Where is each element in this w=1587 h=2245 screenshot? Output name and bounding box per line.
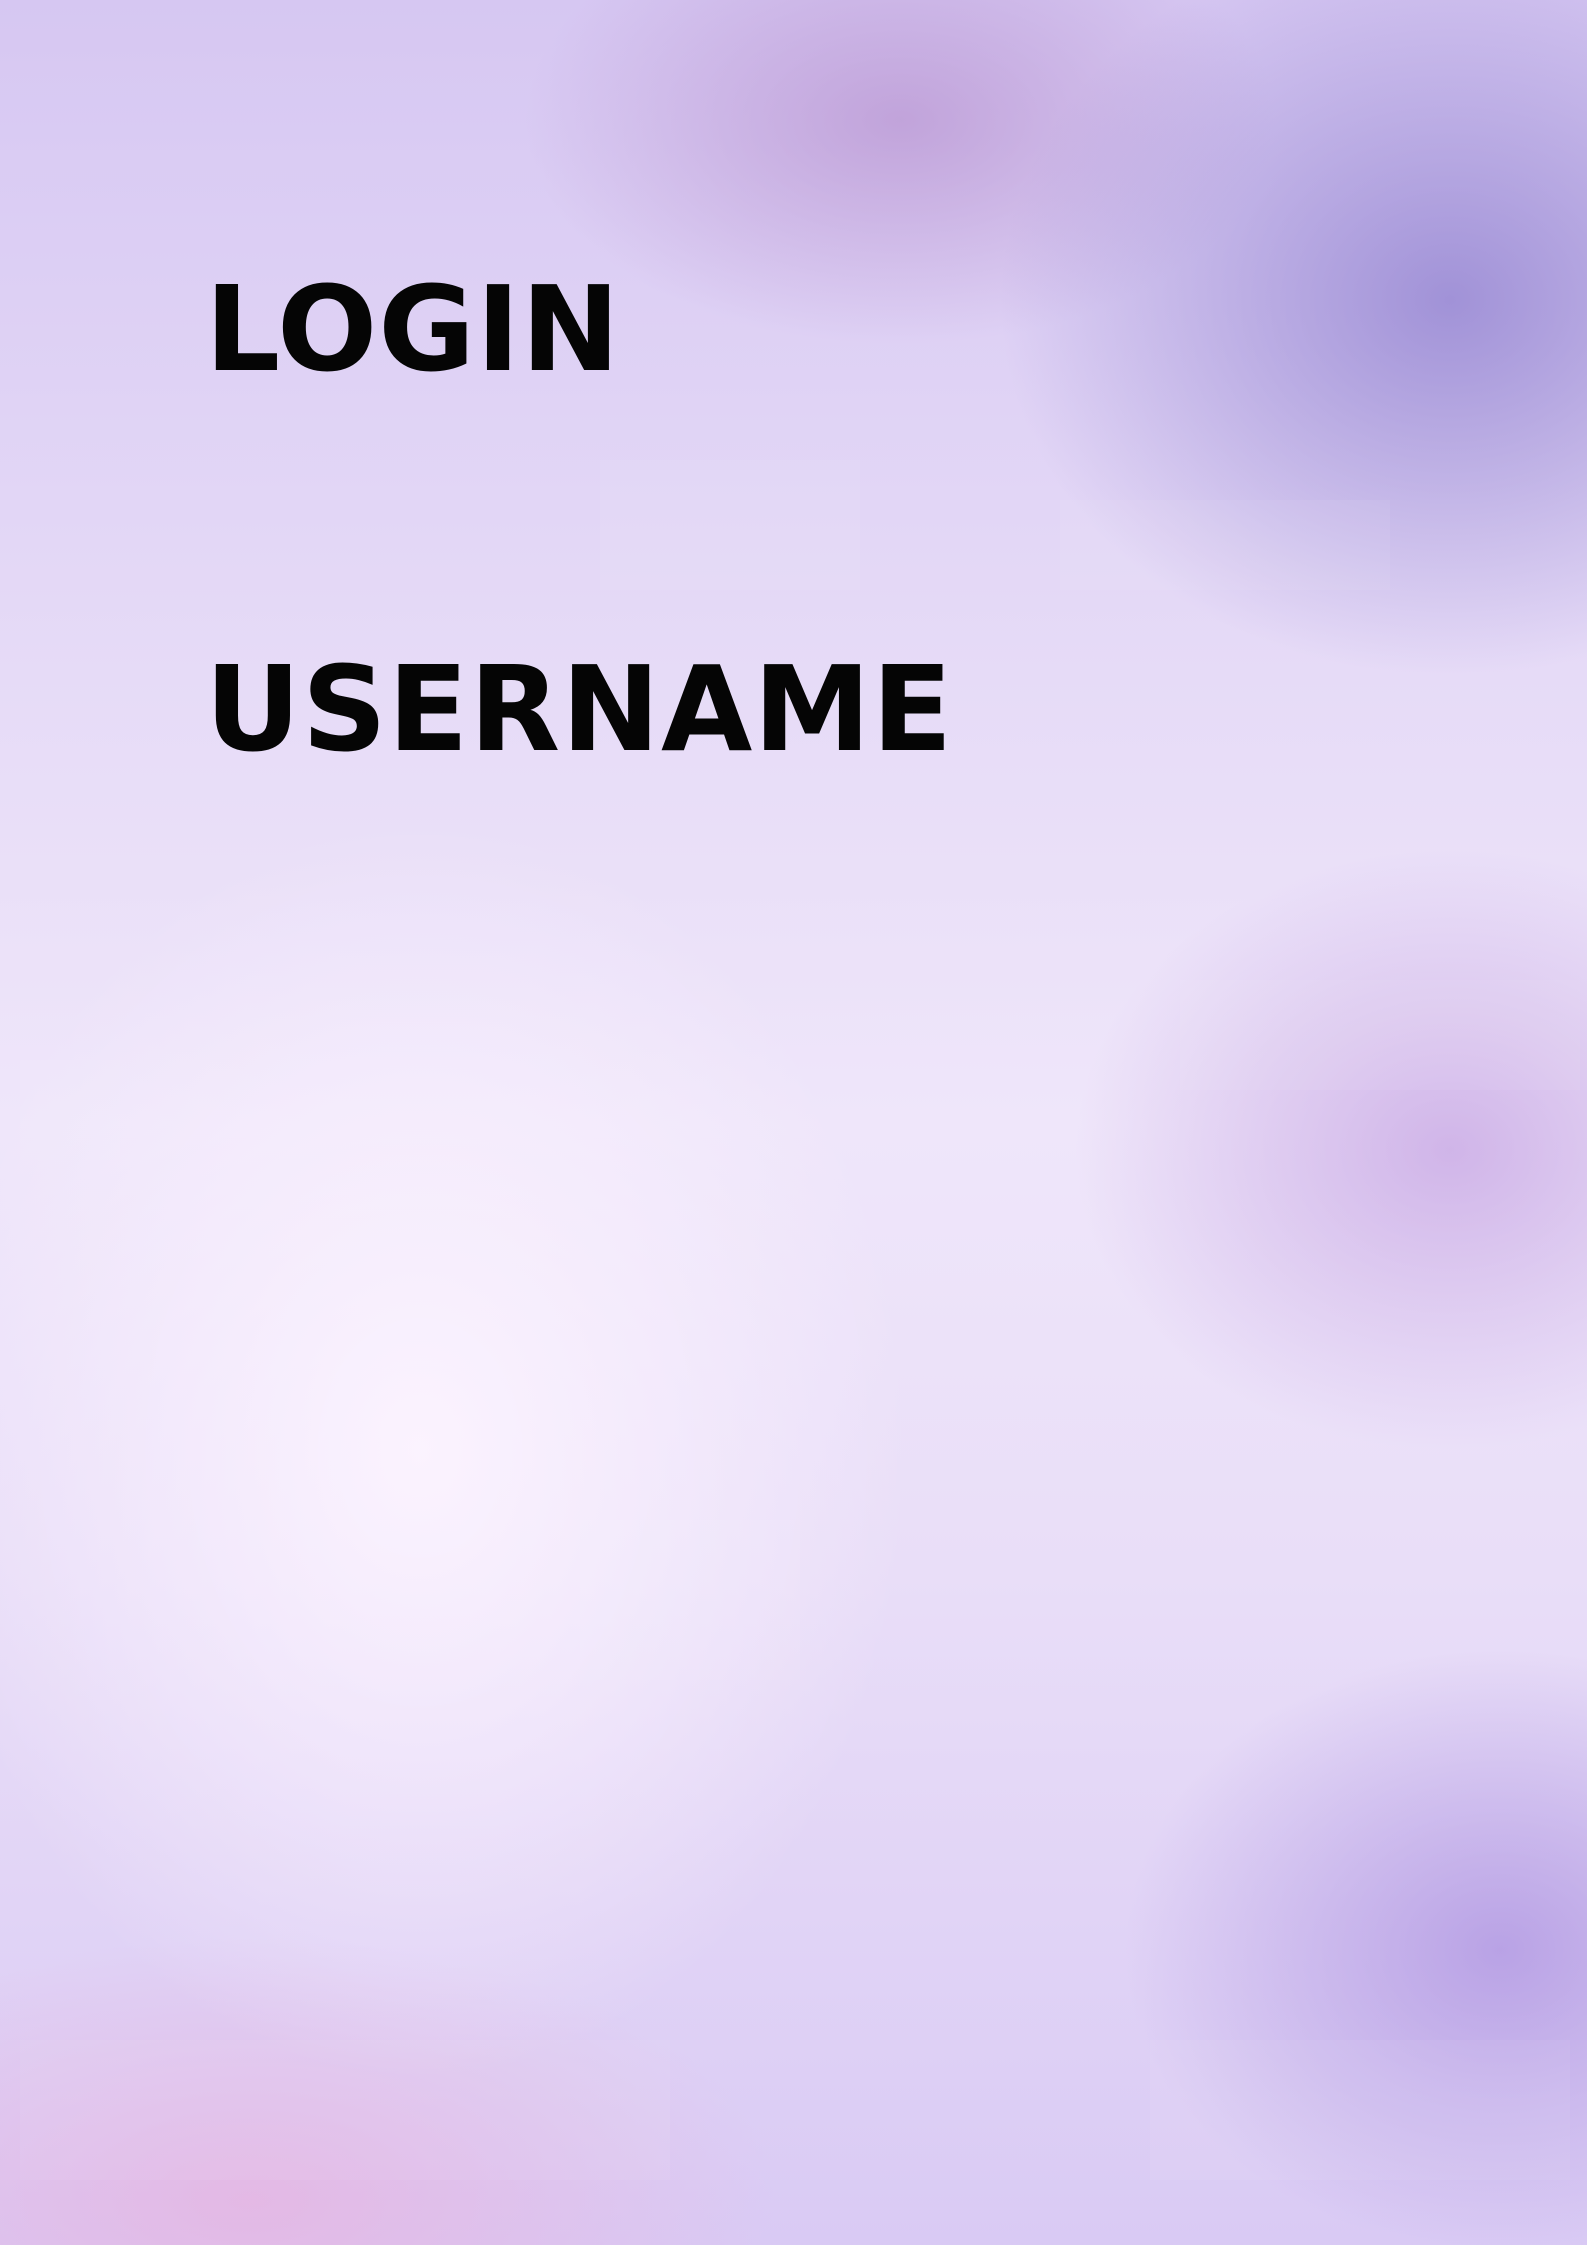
username-label: USERNAME — [205, 640, 954, 778]
login-form: LOGIN USERNAME — [205, 270, 1205, 768]
page-title: LOGIN — [205, 260, 621, 398]
login-page: { "login": { "title": "LOGIN", "username… — [0, 0, 1587, 2245]
